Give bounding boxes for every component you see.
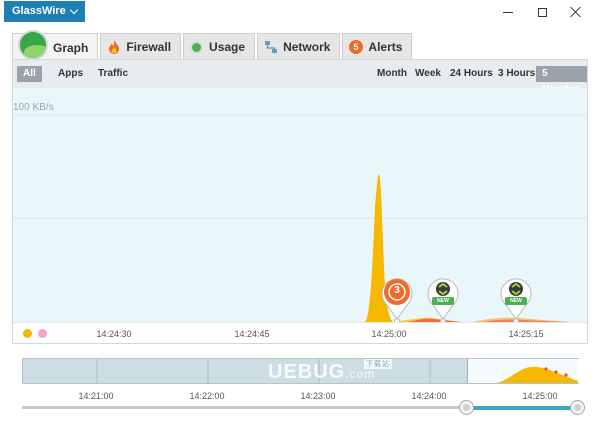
mini-event-dot	[564, 373, 568, 377]
range-5-minutes-button[interactable]: 5 Minutes	[536, 66, 587, 95]
close-icon	[570, 6, 582, 18]
tab-usage[interactable]: Usage	[183, 33, 256, 60]
overview-time-label: 14:23:00	[300, 391, 336, 401]
main-tabs: Graph Firewall Usage Network 5 Alerts	[12, 29, 413, 61]
timeline-slider-range[interactable]	[466, 406, 578, 410]
overview-time-label: 14:21:00	[78, 391, 114, 401]
new-app-pin-icon	[427, 278, 459, 320]
new-app-pin-marker[interactable]: NEW	[426, 274, 460, 320]
tab-graph-label: Graph	[53, 40, 89, 55]
watermark-suffix: .com	[345, 367, 376, 381]
time-tick-label: 14:25:00	[371, 329, 407, 339]
time-axis: 14:24:30 14:24:45 14:25:00 14:25:15	[13, 322, 587, 343]
upload-legend-icon[interactable]	[38, 329, 47, 338]
alert-count-icon: 5	[348, 40, 363, 54]
minimize-button[interactable]	[491, 2, 525, 22]
app-menu-label: GlassWire	[12, 5, 66, 17]
timeline-end-handle[interactable]	[570, 400, 585, 415]
new-app-pin-marker[interactable]: NEW	[499, 274, 533, 320]
app-menu-button[interactable]: GlassWire	[4, 1, 85, 22]
new-app-pin-label: NEW	[437, 298, 449, 304]
alert-pin-count: 3	[394, 285, 400, 296]
title-bar: GlassWire	[0, 0, 600, 26]
time-tick-label: 14:24:30	[96, 329, 132, 339]
filter-all-button[interactable]: All	[17, 66, 42, 82]
graph-globe-icon	[18, 29, 48, 60]
new-app-pin-icon	[500, 278, 532, 320]
filter-traffic-button[interactable]: Traffic	[92, 66, 134, 82]
overview-time-label: 14:25:00	[522, 391, 558, 401]
alert-pin-icon	[381, 278, 413, 320]
overview-time-label: 14:24:00	[411, 391, 447, 401]
mini-event-dot	[544, 367, 548, 371]
new-app-pin-label: NEW	[510, 298, 522, 304]
close-button[interactable]	[559, 2, 593, 22]
tab-usage-label: Usage	[209, 40, 246, 54]
range-24-hours-button[interactable]: 24 Hours	[444, 66, 499, 82]
usage-icon	[190, 40, 204, 54]
mini-traffic-graph	[496, 366, 578, 383]
watermark-text: UEBUG	[268, 361, 346, 383]
time-tick-label: 14:25:15	[508, 329, 544, 339]
range-3-hours-button[interactable]: 3 Hours	[492, 66, 541, 82]
tab-network-label: Network	[283, 40, 331, 54]
time-tick-label: 14:24:45	[234, 329, 270, 339]
traffic-graph[interactable]: 100 KB/s 3 NEW NEW	[13, 88, 587, 322]
tab-firewall[interactable]: Firewall	[100, 33, 182, 60]
maximize-icon	[537, 7, 547, 17]
tab-firewall-label: Firewall	[126, 40, 172, 54]
network-icon	[263, 40, 278, 55]
alert-pin-marker[interactable]: 3	[380, 274, 414, 320]
watermark-tag: 下载站	[364, 359, 392, 369]
range-month-button[interactable]: Month	[371, 66, 413, 82]
tab-alerts-label: Alerts	[368, 40, 403, 54]
tab-alerts[interactable]: 5 Alerts	[342, 33, 413, 60]
maximize-button[interactable]	[525, 2, 559, 22]
mini-event-dot	[554, 370, 558, 374]
flame-icon	[106, 40, 121, 55]
overview-time-label: 14:22:00	[189, 391, 225, 401]
watermark: UEBUG.com 下载站	[268, 359, 392, 384]
minimize-icon	[503, 11, 513, 13]
download-legend-icon[interactable]	[23, 329, 32, 338]
timeline-start-handle[interactable]	[459, 400, 474, 415]
graph-panel: All Apps Traffic Month Week 24 Hours 3 H…	[12, 59, 588, 344]
tab-graph[interactable]: Graph	[12, 29, 99, 61]
tab-network[interactable]: Network	[257, 33, 341, 60]
chevron-down-icon	[69, 5, 78, 15]
range-week-button[interactable]: Week	[409, 66, 447, 82]
timeline-selection-window[interactable]	[467, 359, 579, 383]
graph-filter-bar: All Apps Traffic Month Week 24 Hours 3 H…	[13, 60, 587, 95]
filter-apps-button[interactable]: Apps	[52, 66, 89, 82]
